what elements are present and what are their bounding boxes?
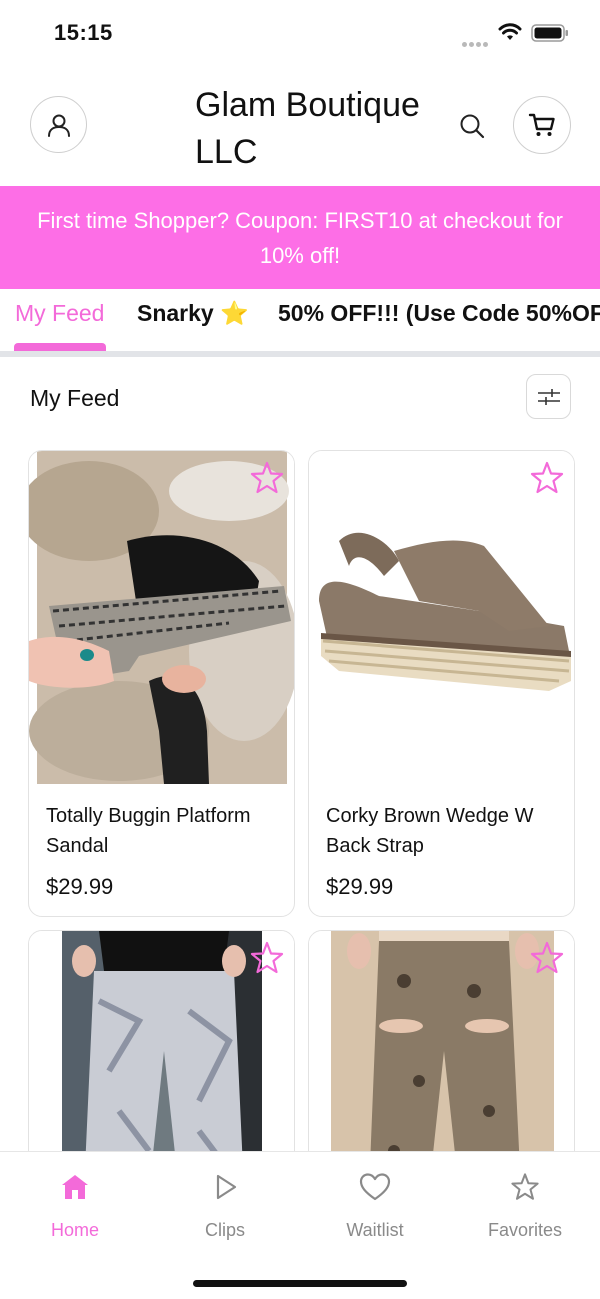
status-bar: 15:15 (0, 0, 600, 66)
product-name[interactable]: Corky Brown Wedge W Back Strap (326, 801, 562, 861)
search-icon (460, 114, 485, 139)
promo-banner: First time Shopper? Coupon: FIRST10 at c… (0, 186, 600, 289)
nav-home-label: Home (50, 1220, 99, 1240)
product-card[interactable]: Corky Brown Wedge W Back Strap $29.99 (308, 450, 575, 917)
nav-clips-label: Clips (204, 1220, 245, 1240)
battery-icon (531, 24, 568, 42)
product-image[interactable] (309, 451, 574, 784)
app-header: Glam Boutique LLC (0, 66, 600, 186)
star-icon (511, 1173, 539, 1200)
sliders-icon (537, 388, 560, 405)
home-indicator (193, 1280, 407, 1287)
play-icon (216, 1174, 237, 1200)
product-image[interactable] (29, 451, 294, 784)
active-tab-indicator (14, 343, 106, 351)
product-name[interactable]: Totally Buggin Platform Sandal (46, 801, 282, 861)
nav-clips[interactable]: Clips (165, 1166, 285, 1241)
wifi-icon (498, 23, 522, 40)
status-time: 15:15 (54, 20, 113, 45)
feed-tabs: My Feed Snarky ⭐ 50% OFF!!! (Use Code 50… (0, 289, 600, 351)
product-card[interactable]: Totally Buggin Platform Sandal $29.99 (28, 450, 295, 917)
favorite-star-icon[interactable] (248, 459, 286, 497)
user-icon (47, 114, 70, 137)
product-price: $29.99 (326, 874, 394, 899)
product-price: $29.99 (46, 874, 114, 899)
search-button[interactable] (456, 110, 488, 142)
filter-button[interactable] (526, 374, 571, 419)
cart-button[interactable] (513, 96, 571, 154)
favorite-star-icon[interactable] (248, 939, 286, 977)
feed-title: My Feed (30, 385, 120, 411)
cart-icon (528, 113, 555, 136)
signal-icon (462, 34, 490, 52)
nav-favorites-label: Favorites (487, 1220, 563, 1240)
nav-home[interactable]: Home (15, 1166, 135, 1241)
nav-waitlist-label: Waitlist (346, 1220, 404, 1240)
tab-50-off[interactable]: 50% OFF!!! (Use Code 50%OFF (278, 300, 600, 327)
home-icon (62, 1175, 88, 1199)
divider (0, 351, 600, 357)
heart-icon (359, 1173, 391, 1201)
nav-waitlist[interactable]: Waitlist (315, 1166, 435, 1241)
account-button[interactable] (30, 96, 87, 153)
favorite-star-icon[interactable] (528, 459, 566, 497)
store-name: Glam Boutique LLC (195, 86, 420, 171)
bottom-nav: Home Clips Waitlist Favorites (0, 1151, 600, 1299)
promo-text: First time Shopper? Coupon: FIRST10 at c… (37, 207, 563, 268)
tab-snarky[interactable]: Snarky ⭐ (137, 300, 249, 327)
favorite-star-icon[interactable] (528, 939, 566, 977)
tab-my-feed[interactable]: My Feed (15, 300, 104, 327)
nav-favorites[interactable]: Favorites (465, 1166, 585, 1241)
